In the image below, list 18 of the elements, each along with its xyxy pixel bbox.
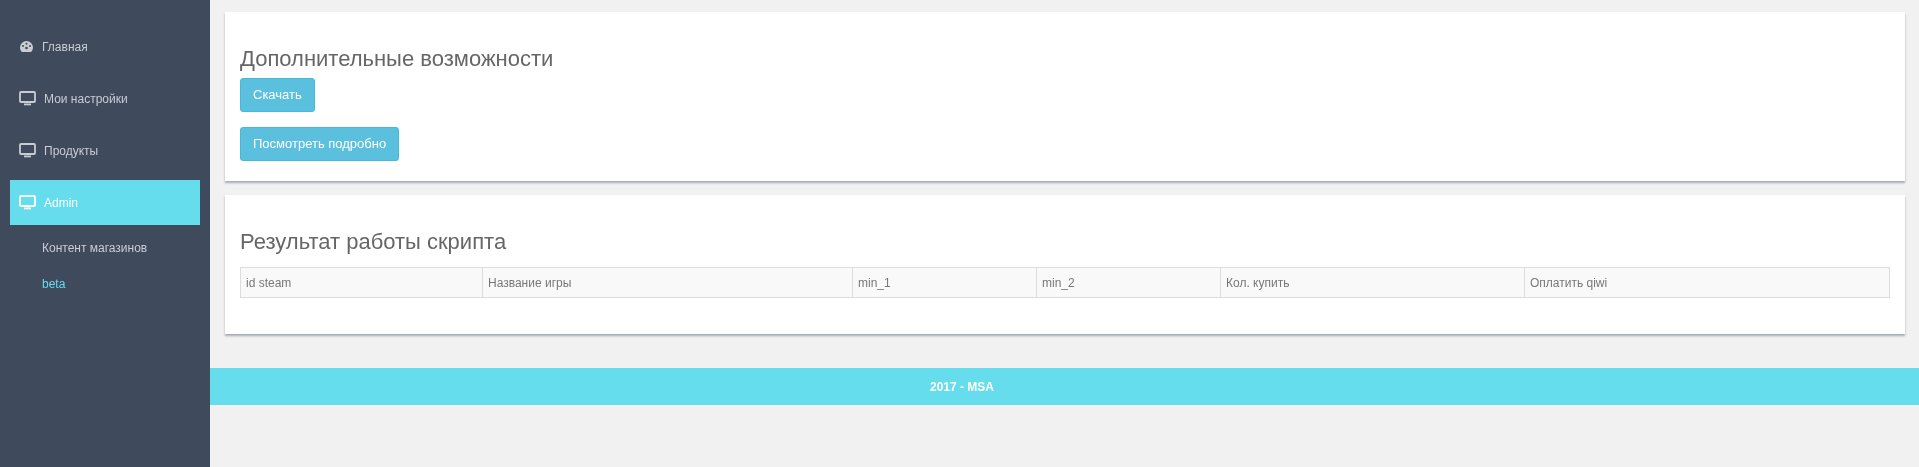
submenu-link[interactable]: beta: [42, 266, 66, 302]
panel-title: Результат работы скрипта: [240, 229, 508, 255]
sidebar-item[interactable]: Главная: [10, 24, 200, 69]
column-header: Название игры: [482, 268, 852, 297]
monitor-icon: [19, 91, 36, 106]
column-header: min_2: [1036, 268, 1220, 297]
column-header: min_1: [852, 268, 1036, 297]
footer: 2017 - MSA: [210, 368, 1919, 405]
monitor-icon: [19, 143, 36, 158]
column-header: id steam: [245, 274, 293, 292]
panel-title: Дополнительные возможности: [240, 46, 555, 72]
sidebar-item[interactable]: Продукты: [10, 128, 200, 173]
submenu-link[interactable]: Контент магазинов: [42, 230, 148, 266]
monitor-icon: [19, 195, 36, 210]
dashboard-icon: [19, 40, 34, 53]
column-header: Кол. купить: [1220, 268, 1524, 297]
column-header: Оплатить qiwi: [1524, 268, 1889, 297]
sidebar-item[interactable]: Мои настройки: [10, 76, 200, 121]
